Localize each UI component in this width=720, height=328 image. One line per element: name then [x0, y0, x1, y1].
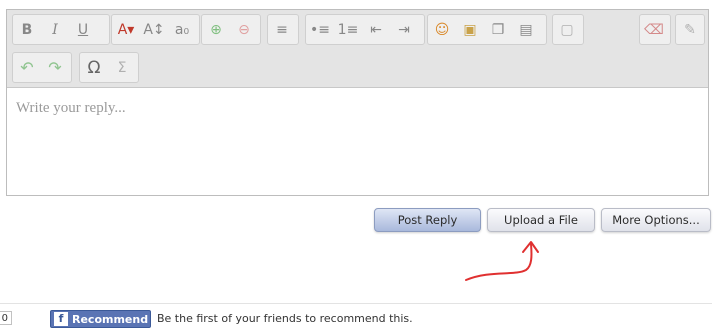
text-color-icon: A▾	[117, 21, 135, 38]
footer-divider	[0, 303, 712, 304]
facebook-icon: f	[54, 312, 68, 326]
history-group: ↶ ↷	[12, 52, 72, 83]
remove-link-icon: ⊖	[238, 21, 250, 38]
redo-button[interactable]: ↷	[41, 55, 69, 81]
text-style-group: B I U	[12, 14, 110, 45]
recommend-count: 0	[0, 311, 12, 325]
insert-group: ☺ ▣ ❐ ▤	[427, 14, 547, 45]
align-left-icon: ≡	[276, 21, 288, 38]
bold-icon: B	[21, 21, 33, 38]
special-characters-button[interactable]: Ω	[80, 55, 108, 81]
social-recommend-text: Be the first of your friends to recommen…	[157, 312, 413, 325]
smilies-icon: ☺	[434, 21, 450, 38]
undo-button[interactable]: ↶	[13, 55, 41, 81]
insert-link-icon: ⊕	[210, 21, 222, 38]
sigma-button[interactable]: Σ	[108, 55, 136, 81]
more-options-button[interactable]: More Options...	[601, 208, 711, 232]
align-group: ≡	[267, 14, 299, 45]
reply-editor: B I U A▾ A↕ a₀ ⊕ ⊖ ≡ •≡ 1≡ ⇤ ⇥ ☺ ▣ ❐ ▤ ▢…	[6, 9, 709, 196]
reply-textarea[interactable]: Write your reply...	[7, 88, 708, 195]
remove-link-button[interactable]: ⊖	[230, 17, 258, 43]
save-draft-icon: ▢	[560, 21, 574, 38]
quote-button[interactable]: ▤	[512, 17, 540, 43]
eraser-icon: ⌫	[644, 21, 664, 38]
align-left-button[interactable]: ≡	[268, 17, 296, 43]
reply-placeholder: Write your reply...	[16, 100, 126, 116]
draft-group: ▢	[552, 14, 584, 45]
annotation-arrow-icon	[465, 241, 539, 281]
text-color-button[interactable]: A▾	[112, 17, 140, 43]
upload-file-button[interactable]: Upload a File	[487, 208, 595, 232]
underline-icon: U	[77, 21, 89, 38]
settings-wrench-icon: ✎	[684, 21, 696, 38]
editor-toolbar: B I U A▾ A↕ a₀ ⊕ ⊖ ≡ •≡ 1≡ ⇤ ⇥ ☺ ▣ ❐ ▤ ▢…	[7, 10, 708, 88]
insert-image-button[interactable]: ▣	[456, 17, 484, 43]
smilies-button[interactable]: ☺	[428, 17, 456, 43]
font-group: A▾ A↕ a₀	[111, 14, 200, 45]
insert-image-icon: ▣	[463, 21, 477, 38]
font-family-icon: a₀	[174, 21, 190, 38]
outdent-icon: ⇤	[370, 21, 382, 38]
insert-media-icon: ❐	[491, 21, 505, 38]
font-size-button[interactable]: A↕	[140, 17, 168, 43]
insert-media-button[interactable]: ❐	[484, 17, 512, 43]
bulleted-list-button[interactable]: •≡	[306, 17, 334, 43]
settings-group: ✎	[675, 14, 705, 45]
post-reply-button[interactable]: Post Reply	[374, 208, 481, 232]
special-characters-icon: Ω	[87, 57, 101, 78]
indent-icon: ⇥	[398, 21, 410, 38]
font-size-icon: A↕	[143, 21, 165, 38]
bulleted-list-icon: •≡	[310, 21, 330, 38]
insert-link-button[interactable]: ⊕	[202, 17, 230, 43]
recommend-label: Recommend	[72, 312, 149, 326]
outdent-button[interactable]: ⇤	[362, 17, 390, 43]
italic-icon: I	[52, 21, 58, 38]
numbered-list-icon: 1≡	[337, 21, 359, 38]
italic-button[interactable]: I	[41, 17, 69, 43]
eraser-group: ⌫	[639, 14, 671, 45]
symbols-group: Ω Σ	[79, 52, 139, 83]
quote-icon: ▤	[519, 21, 533, 38]
save-draft-button[interactable]: ▢	[553, 17, 581, 43]
facebook-recommend-button[interactable]: f Recommend	[50, 310, 151, 328]
indent-button[interactable]: ⇥	[390, 17, 418, 43]
eraser-button[interactable]: ⌫	[640, 17, 668, 43]
redo-icon: ↷	[48, 58, 62, 77]
undo-icon: ↶	[20, 58, 34, 77]
link-group: ⊕ ⊖	[201, 14, 261, 45]
list-group: •≡ 1≡ ⇤ ⇥	[305, 14, 425, 45]
numbered-list-button[interactable]: 1≡	[334, 17, 362, 43]
settings-button[interactable]: ✎	[676, 17, 704, 43]
bold-button[interactable]: B	[13, 17, 41, 43]
font-family-button[interactable]: a₀	[168, 17, 196, 43]
underline-button[interactable]: U	[69, 17, 97, 43]
sigma-icon: Σ	[117, 59, 127, 76]
